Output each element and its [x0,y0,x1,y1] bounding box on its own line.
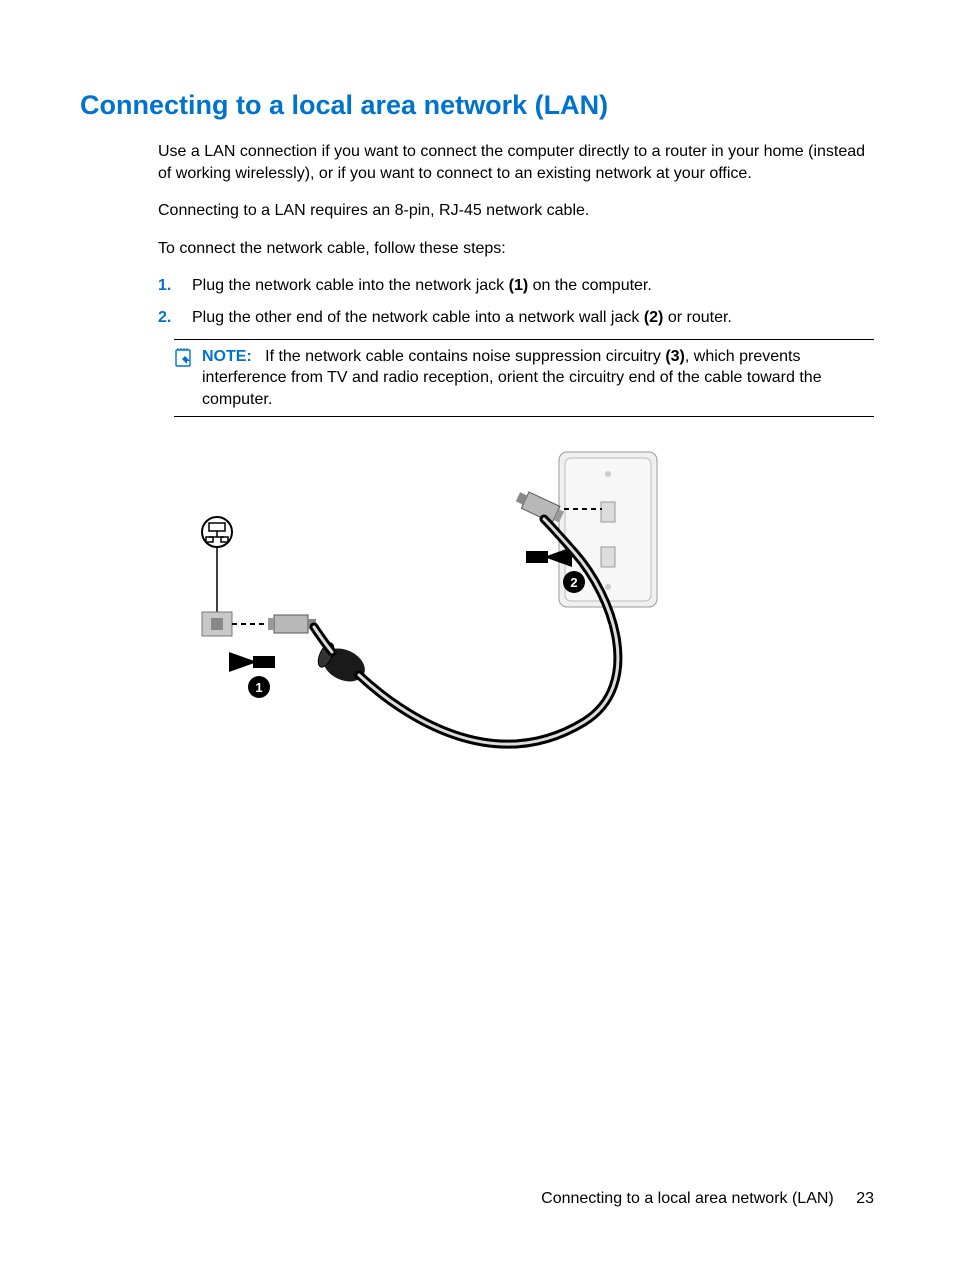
step-text: Plug the other end of the network cable … [192,307,732,329]
intro-paragraph-1: Use a LAN connection if you want to conn… [158,141,874,184]
intro-paragraph-3: To connect the network cable, follow the… [158,238,874,260]
footer-title: Connecting to a local area network (LAN) [541,1190,834,1207]
list-item: 2. Plug the other end of the network cab… [158,307,874,329]
footer-page-number: 23 [856,1190,874,1207]
page-footer: Connecting to a local area network (LAN)… [541,1190,874,1208]
step-number: 2. [158,307,192,329]
note-text: NOTE: If the network cable contains nois… [202,346,874,411]
step-number: 1. [158,275,192,297]
lan-cable-diagram: 2 [174,447,674,767]
svg-text:2: 2 [570,575,577,590]
steps-list: 1. Plug the network cable into the netwo… [158,275,874,328]
page-title: Connecting to a local area network (LAN) [80,90,874,121]
list-item: 1. Plug the network cable into the netwo… [158,275,874,297]
intro-paragraph-2: Connecting to a LAN requires an 8-pin, R… [158,200,874,222]
svg-text:1: 1 [255,680,262,695]
step-text: Plug the network cable into the network … [192,275,652,297]
note-callout: NOTE: If the network cable contains nois… [174,339,874,418]
note-icon [174,348,194,375]
